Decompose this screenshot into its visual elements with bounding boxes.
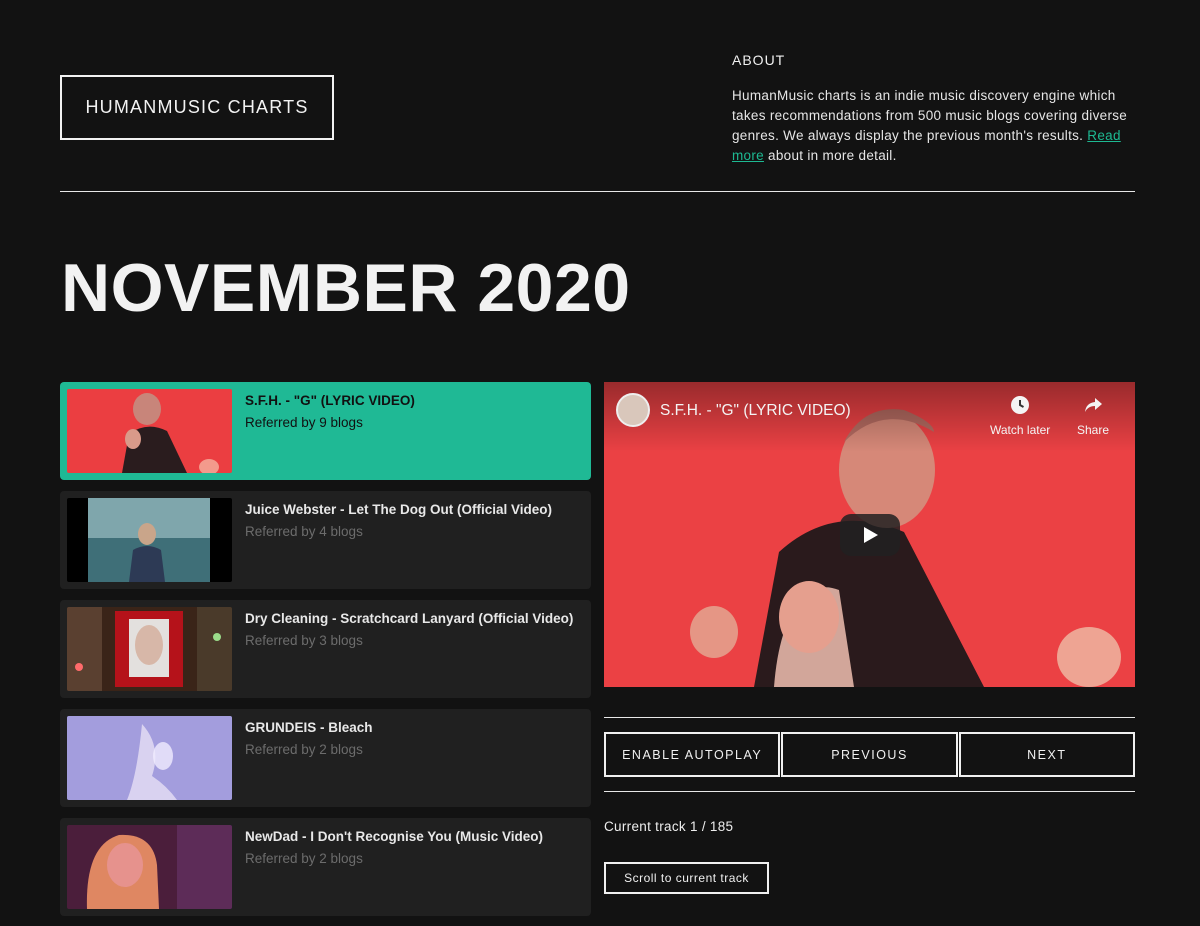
about-text: HumanMusic charts is an indie music disc… [732,86,1132,166]
track-referral-count: Referred by 4 blogs [245,524,363,539]
controls-divider-bottom [604,791,1135,792]
video-player[interactable]: S.F.H. - "G" (LYRIC VIDEO) Watch later S… [604,382,1135,687]
player-video-title[interactable]: S.F.H. - "G" (LYRIC VIDEO) [660,402,851,420]
next-button[interactable]: NEXT [958,732,1135,777]
track-title: Dry Cleaning - Scratchcard Lanyard (Offi… [245,611,574,626]
track-referral-count: Referred by 3 blogs [245,633,363,648]
share-label: Share [1077,423,1110,437]
track-thumbnail [67,607,232,691]
track-title: Juice Webster - Let The Dog Out (Officia… [245,502,553,517]
header-divider [60,191,1135,192]
track-item[interactable]: Juice Webster - Let The Dog Out (Officia… [60,491,591,589]
controls-divider-top [604,717,1135,718]
track-thumbnail [67,498,232,582]
watch-later-button[interactable]: Watch later [990,394,1050,437]
track-referral-count: Referred by 2 blogs [245,851,363,866]
enable-autoplay-button[interactable]: ENABLE AUTOPLAY [604,732,781,777]
about-tail: about in more detail. [768,148,897,163]
track-thumbnail [67,825,232,909]
track-item[interactable]: GRUNDEIS - Bleach Referred by 2 blogs [60,709,591,807]
watch-later-label: Watch later [990,423,1051,437]
track-referral-count: Referred by 2 blogs [245,742,363,757]
track-referral-count: Referred by 9 blogs [245,415,363,430]
track-info: Juice Webster - Let The Dog Out (Officia… [245,501,552,540]
scroll-to-current-button[interactable]: Scroll to current track [604,862,769,894]
current-track-indicator: Current track 1 / 185 [604,819,734,834]
play-button[interactable] [840,514,900,556]
track-item[interactable]: S.F.H. - "G" (LYRIC VIDEO) Referred by 9… [60,382,591,480]
site-logo-link[interactable]: HUMANMUSIC CHARTS [60,75,334,140]
about-section: ABOUT HumanMusic charts is an indie musi… [732,52,1132,166]
about-title: ABOUT [732,52,786,68]
clock-icon [990,394,1050,419]
track-list: S.F.H. - "G" (LYRIC VIDEO) Referred by 9… [60,382,591,926]
track-item[interactable]: NewDad - I Don't Recognise You (Music Vi… [60,818,591,916]
about-description: HumanMusic charts is an indie music disc… [732,88,1128,143]
previous-button[interactable]: PREVIOUS [781,732,958,777]
play-icon [864,527,878,543]
track-title: NewDad - I Don't Recognise You (Music Vi… [245,829,543,844]
track-info: Dry Cleaning - Scratchcard Lanyard (Offi… [245,610,573,649]
track-item[interactable]: Dry Cleaning - Scratchcard Lanyard (Offi… [60,600,591,698]
track-thumbnail [67,716,232,800]
track-title: GRUNDEIS - Bleach [245,720,373,735]
track-info: GRUNDEIS - Bleach Referred by 2 blogs [245,719,373,758]
share-icon [1077,394,1109,419]
track-info: NewDad - I Don't Recognise You (Music Vi… [245,828,543,867]
page-title: NOVEMBER 2020 [61,250,631,326]
player-controls: ENABLE AUTOPLAY PREVIOUS NEXT [604,732,1135,777]
track-thumbnail [67,389,232,473]
track-title: S.F.H. - "G" (LYRIC VIDEO) [245,393,415,408]
channel-avatar[interactable] [616,393,650,427]
track-info: S.F.H. - "G" (LYRIC VIDEO) Referred by 9… [245,392,415,431]
share-button[interactable]: Share [1077,394,1109,437]
